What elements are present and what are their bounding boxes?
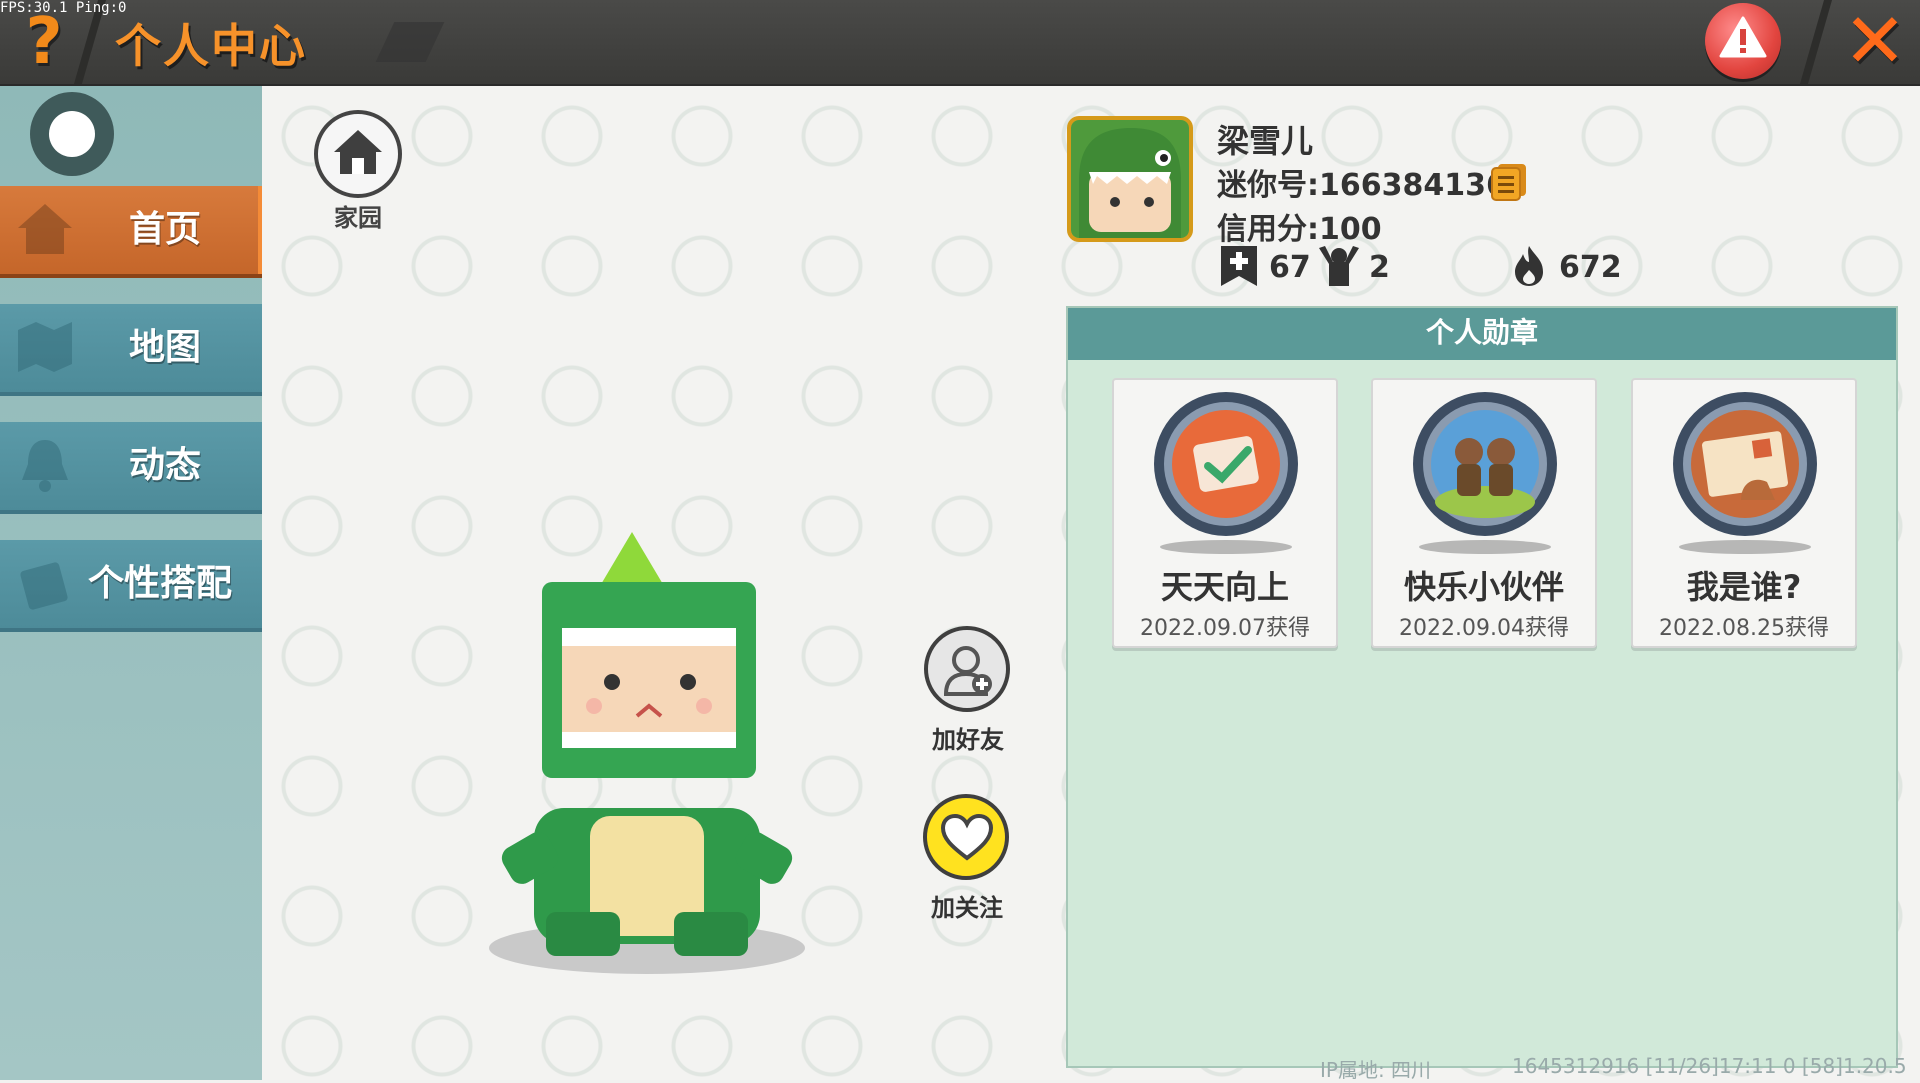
- map-icon: [18, 322, 72, 372]
- username: 梁雪儿: [1217, 122, 1314, 160]
- close-icon[interactable]: ✕: [1838, 3, 1912, 79]
- medal-card[interactable]: 天天向上 2022.09.07获得: [1112, 378, 1338, 648]
- main-area: 家园 加好友 加关注 梁雪儿 迷你号:1663841368 信用分:100 67…: [262, 86, 1920, 1080]
- stat-value: 672: [1559, 250, 1622, 285]
- medal-name: 快乐小伙伴: [1403, 568, 1564, 606]
- home-garden-button[interactable]: [314, 110, 402, 198]
- character-icon: [20, 562, 68, 610]
- medal-badge-icon: [1154, 392, 1298, 536]
- home-icon: [18, 204, 72, 254]
- sidebar-item-outfit[interactable]: 个性搭配: [0, 540, 264, 628]
- follow-label: 加关注: [931, 894, 1003, 922]
- fps-counter: FPS:30.1 Ping:0: [0, 0, 127, 16]
- profile-avatar[interactable]: [1067, 116, 1193, 242]
- sidebar-item-feed[interactable]: 动态: [0, 422, 264, 510]
- page-title: 个人中心: [115, 19, 307, 73]
- sidebar: 首页 地图 动态 个性搭配: [0, 86, 264, 1080]
- toggle-switch[interactable]: [30, 92, 114, 176]
- medal-panel-title: 个人勋章: [1068, 308, 1896, 360]
- medal-date: 2022.09.04获得: [1399, 616, 1569, 641]
- heart-icon: [941, 814, 993, 861]
- player-character-model: [489, 532, 805, 974]
- medal-date: 2022.08.25获得: [1659, 616, 1829, 641]
- warning-icon: [1719, 16, 1767, 58]
- ip-location: IP属地: 四川: [1320, 1058, 1432, 1082]
- medal-shadow: [1160, 540, 1292, 554]
- medal-date: 2022.09.07获得: [1140, 616, 1310, 641]
- medal-card[interactable]: 我是谁? 2022.08.25获得: [1631, 378, 1857, 648]
- version-info: 1645312916 [11/26]17:11 0 [58]1.20.5: [1512, 1054, 1907, 1078]
- avatar-image: [1071, 120, 1189, 238]
- report-button[interactable]: [1705, 3, 1781, 79]
- sidebar-item-map[interactable]: 地图: [0, 304, 264, 392]
- medal-card[interactable]: 快乐小伙伴 2022.09.04获得: [1371, 378, 1597, 648]
- stat-value: 67: [1269, 250, 1311, 285]
- bell-icon: [22, 440, 68, 492]
- sidebar-item-home[interactable]: 首页: [0, 186, 264, 274]
- sidebar-item-label: 动态: [128, 445, 201, 486]
- medal-panel: 个人勋章 天天向上 2022.09.07获得 快乐小伙伴 2022.09.04获…: [1066, 306, 1898, 1068]
- follow-button[interactable]: [923, 794, 1009, 880]
- house-icon: [334, 130, 382, 174]
- toggle-knob: [49, 111, 95, 157]
- sidebar-item-label: 地图: [128, 327, 201, 368]
- medal-badge-icon: [1413, 392, 1557, 536]
- medal-badge-icon: [1673, 392, 1817, 536]
- sidebar-item-label: 个性搭配: [87, 563, 232, 604]
- medal-shadow: [1419, 540, 1551, 554]
- mini-id: 迷你号:1663841368: [1217, 168, 1528, 203]
- medal-name: 天天向上: [1160, 568, 1289, 606]
- home-garden-label: 家园: [334, 204, 382, 232]
- medal-name: 我是谁?: [1686, 568, 1802, 606]
- bookmark-plus-icon: [1221, 246, 1257, 286]
- medal-shadow: [1679, 540, 1811, 554]
- add-user-icon: [943, 646, 992, 696]
- decorative-stripe: [375, 22, 445, 62]
- divider: [1799, 0, 1833, 84]
- fans-icon: [1319, 246, 1359, 286]
- sidebar-item-label: 首页: [128, 209, 201, 250]
- credit-score: 信用分:100: [1217, 212, 1382, 247]
- stat-value: 2: [1369, 250, 1390, 285]
- help-icon[interactable]: ?: [14, 6, 74, 78]
- add-friend-label: 加好友: [932, 726, 1004, 754]
- flame-icon: [1515, 246, 1543, 286]
- top-bar: ? 个人中心 ✕: [0, 0, 1920, 86]
- add-friend-button[interactable]: [924, 626, 1010, 712]
- copy-icon[interactable]: [1490, 162, 1528, 202]
